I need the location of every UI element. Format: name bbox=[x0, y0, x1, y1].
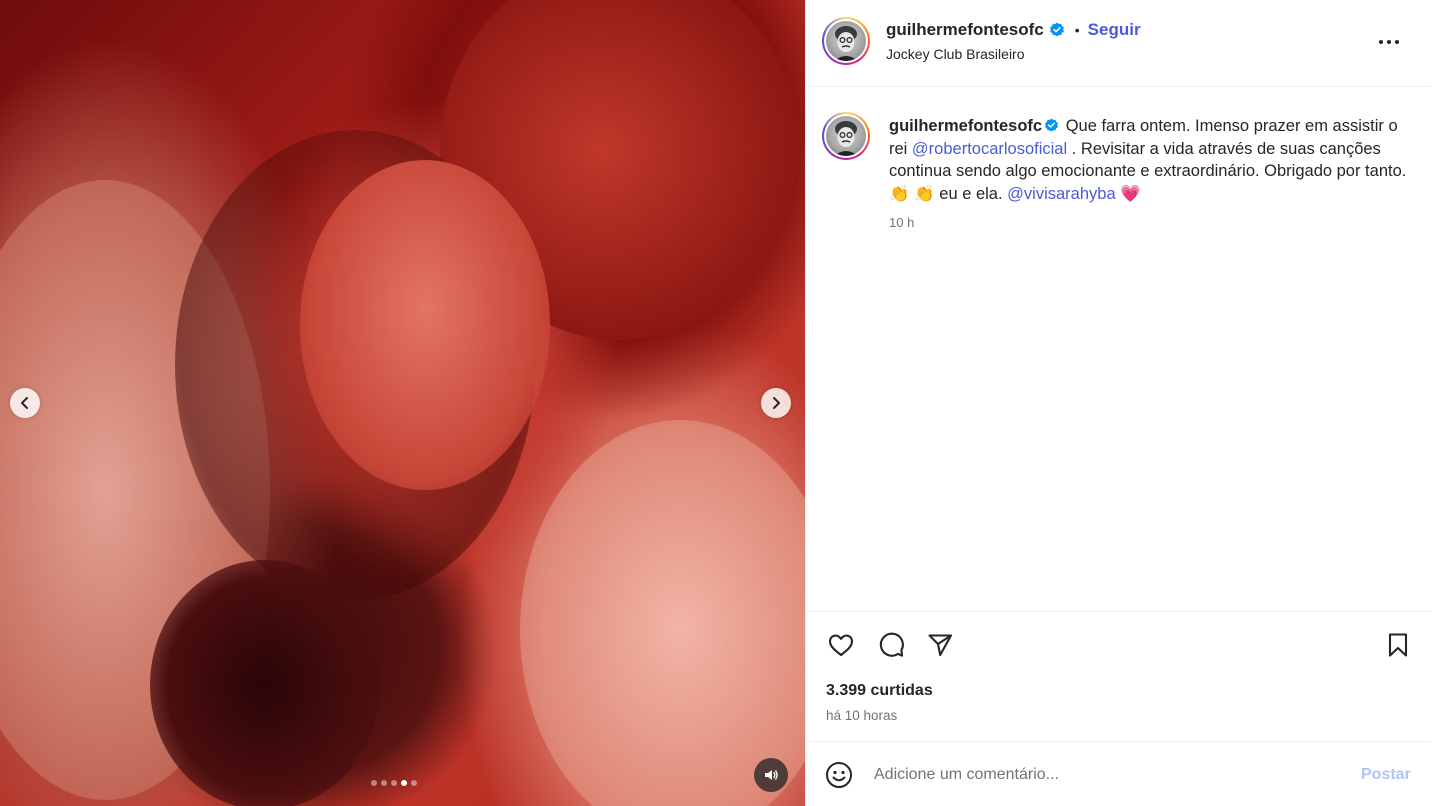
header-username[interactable]: guilhermefontesofc bbox=[886, 20, 1044, 40]
audio-toggle-button[interactable] bbox=[754, 758, 788, 792]
photo-region-woman bbox=[300, 160, 550, 490]
carousel-dot bbox=[401, 780, 407, 786]
more-options-icon bbox=[1379, 40, 1383, 44]
send-icon bbox=[928, 634, 953, 657]
mention-link[interactable]: @vivisarahyba bbox=[1007, 185, 1115, 203]
carousel-next-button[interactable] bbox=[761, 388, 791, 418]
caption-section: guilhermefontesofc Que farra ontem. Imen… bbox=[806, 88, 1432, 611]
carousel-dot bbox=[371, 780, 377, 786]
speaker-icon bbox=[765, 770, 778, 780]
verified-badge-icon bbox=[1045, 118, 1059, 132]
emoji-picker-button[interactable] bbox=[824, 760, 854, 790]
post-media[interactable] bbox=[0, 0, 805, 806]
heart-icon bbox=[828, 634, 854, 657]
save-button[interactable] bbox=[1382, 629, 1414, 661]
bookmark-icon bbox=[1388, 633, 1408, 657]
comment-icon bbox=[879, 632, 904, 657]
action-bar: 3.399 curtidas há 10 horas bbox=[806, 611, 1432, 741]
post-comment-button[interactable]: Postar bbox=[1361, 766, 1411, 784]
more-options-button[interactable] bbox=[1374, 30, 1404, 54]
comment-input[interactable] bbox=[874, 762, 1334, 788]
likes-count[interactable]: 3.399 curtidas bbox=[826, 682, 933, 700]
clap-emoji-icon: 👏 bbox=[889, 184, 910, 203]
photo-region-dress bbox=[150, 560, 380, 806]
carousel-dot bbox=[391, 780, 397, 786]
carousel-prev-button[interactable] bbox=[10, 388, 40, 418]
post-header: guilhermefontesofc • Seguir Jockey Club … bbox=[806, 0, 1432, 87]
avatar[interactable] bbox=[822, 17, 870, 65]
caption-username[interactable]: guilhermefontesofc bbox=[889, 117, 1042, 135]
caption-text: guilhermefontesofc Que farra ontem. Imen… bbox=[889, 115, 1419, 205]
carousel-indicator bbox=[371, 780, 417, 786]
post-time[interactable]: há 10 horas bbox=[826, 708, 897, 723]
chevron-right-icon bbox=[773, 397, 780, 409]
carousel-dot bbox=[411, 780, 417, 786]
caption-avatar[interactable] bbox=[822, 112, 870, 160]
location-link[interactable]: Jockey Club Brasileiro bbox=[886, 46, 1025, 62]
like-button[interactable] bbox=[825, 629, 857, 661]
comment-button[interactable] bbox=[875, 629, 907, 661]
separator-dot: • bbox=[1074, 22, 1080, 38]
post-side-panel: guilhermefontesofc • Seguir Jockey Club … bbox=[805, 0, 1432, 806]
caption-segment: eu e ela. bbox=[934, 184, 1008, 203]
smiley-icon bbox=[826, 762, 852, 788]
chevron-left-icon bbox=[21, 397, 28, 409]
clap-emoji-icon: 👏 bbox=[914, 184, 935, 203]
heart-emoji-icon: 💗 bbox=[1120, 184, 1141, 203]
header-user-line: guilhermefontesofc • Seguir bbox=[886, 20, 1141, 40]
mention-link[interactable]: @robertocarlosoficial bbox=[912, 140, 1067, 158]
follow-button[interactable]: Seguir bbox=[1088, 20, 1141, 40]
caption-timestamp[interactable]: 10 h bbox=[889, 215, 914, 230]
comment-bar: Postar bbox=[806, 741, 1432, 806]
verified-badge-icon bbox=[1049, 22, 1064, 37]
scrollbar-gutter bbox=[1431, 0, 1450, 806]
share-button[interactable] bbox=[924, 629, 956, 661]
carousel-dot bbox=[381, 780, 387, 786]
photo-region-shirt bbox=[520, 420, 805, 806]
